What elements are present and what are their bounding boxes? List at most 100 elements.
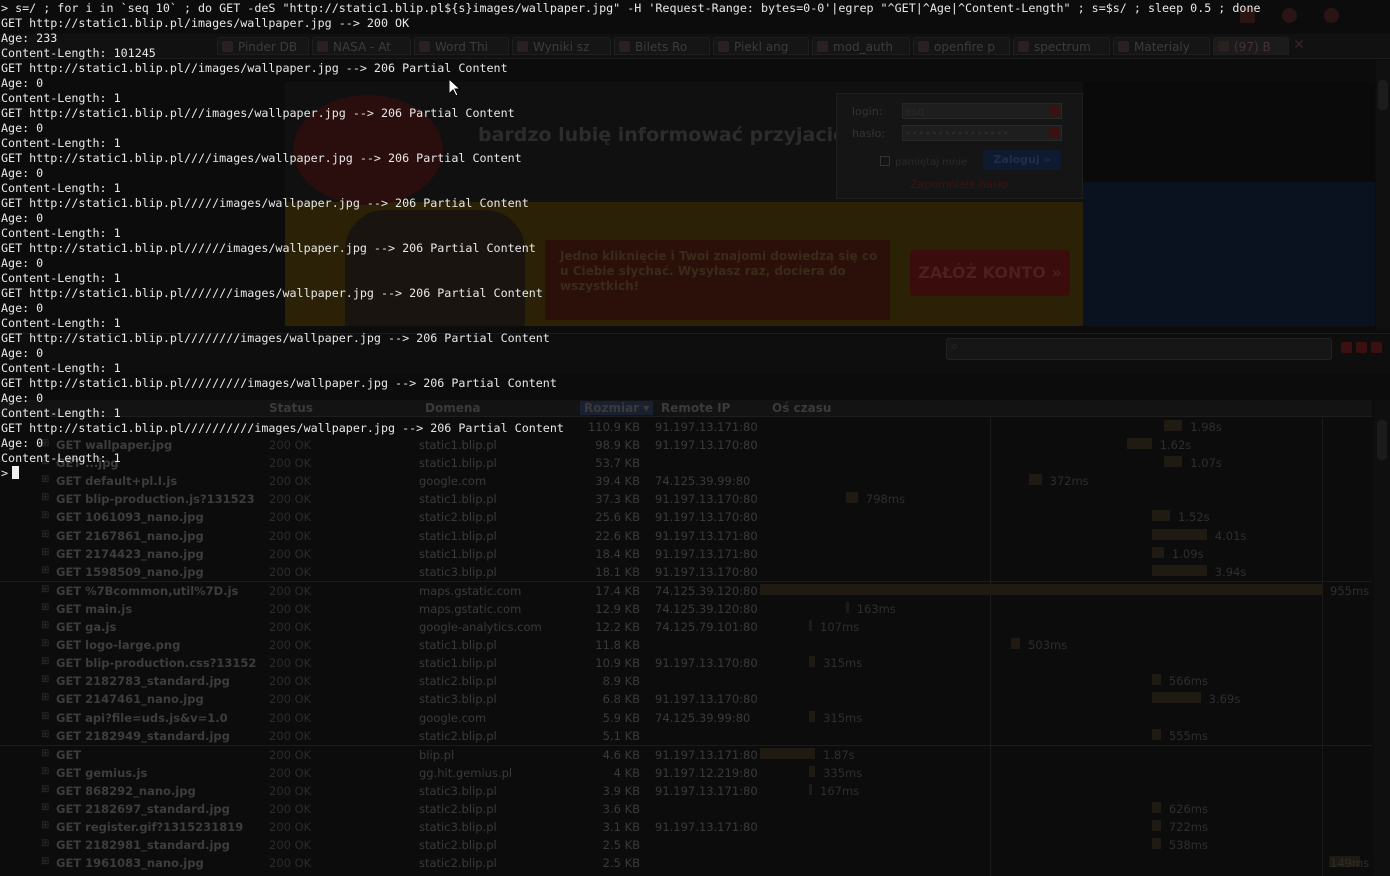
request-name[interactable]: GET ga.js <box>56 620 116 634</box>
request-name[interactable]: GET 868292_nano.jpg <box>56 784 196 798</box>
request-name[interactable]: GET 2182949_standard.jpg <box>56 729 230 743</box>
network-row[interactable]: ⊞ GET gemius.js 200 OK gg.hit.gemius.pl 4 KB… <box>0 764 1372 782</box>
timeline-bar <box>808 710 816 722</box>
terminal-command: > s=/ ; for i in `seq 10` ; do GET -deS … <box>1 1 1261 15</box>
timeline-bar <box>1151 546 1164 558</box>
request-name[interactable]: GET 2182981_standard.jpg <box>56 838 230 852</box>
request-name[interactable]: GET 2167861_nano.jpg <box>56 529 204 543</box>
page-scrollbar-thumb[interactable] <box>1378 80 1388 110</box>
terminal-line: Content-Length: 1 <box>1 316 121 330</box>
network-row[interactable]: ⊞ GET register.gif?1315231819 200 OK static… <box>0 818 1372 836</box>
network-row[interactable]: ⊞ GET %7Bcommon,util%7D.js 200 OK maps.gsta… <box>0 580 1372 600</box>
expand-row-icon[interactable]: ⊞ <box>41 802 49 813</box>
request-name[interactable]: GET logo-large.png <box>56 638 180 652</box>
network-row[interactable]: ⊞ GET 2147461_nano.jpg 200 OK static3.blip.… <box>0 690 1372 708</box>
request-name[interactable]: GET 1061093_nano.jpg <box>56 510 204 524</box>
expand-row-icon[interactable]: ⊞ <box>41 602 49 613</box>
expand-row-icon[interactable]: ⊞ <box>41 729 49 740</box>
request-time: 538ms <box>1168 838 1209 853</box>
expand-row-icon[interactable]: ⊞ <box>41 856 49 867</box>
request-name[interactable]: GET 1961083_nano.jpg <box>56 856 204 870</box>
network-row[interactable]: ⊞ GET 2182697_standard.jpg 200 OK static2.b… <box>0 800 1372 818</box>
expand-row-icon[interactable]: ⊞ <box>41 492 49 503</box>
request-name[interactable]: GET %7Bcommon,util%7D.js <box>56 584 238 598</box>
network-row[interactable]: ⊞ GET blip-production.js?131523 200 OK stat… <box>0 490 1372 508</box>
timeline-bar <box>808 783 812 795</box>
request-status: 200 OK <box>269 783 312 798</box>
request-status: 200 OK <box>269 528 312 543</box>
network-row[interactable]: ⊞ GET main.js 200 OK maps.gstatic.com 12.9 K… <box>0 600 1372 618</box>
request-name[interactable]: GET <box>56 748 81 762</box>
timeline-bar <box>1151 528 1207 540</box>
terminal-prompt-line[interactable]: > <box>1 466 1261 481</box>
request-name[interactable]: GET gemius.js <box>56 766 147 780</box>
request-name[interactable]: GET blip-production.js?131523 <box>56 492 255 506</box>
request-domain: google-analytics.com <box>419 620 542 635</box>
expand-row-icon[interactable]: ⊞ <box>41 784 49 795</box>
network-row[interactable]: ⊞ GET 200 OK blip.pl 4.6 KB 91.197.13.171:80 1… <box>0 744 1372 764</box>
network-row[interactable]: ⊞ GET 868292_nano.jpg 200 OK static3.blip.p… <box>0 782 1372 800</box>
request-status: 200 OK <box>269 510 312 525</box>
timeline-bar <box>1151 674 1161 686</box>
request-status: 200 OK <box>269 856 312 871</box>
expand-row-icon[interactable]: ⊞ <box>41 529 49 540</box>
request-name[interactable]: GET api?file=uds.js&v=1.0 <box>56 711 228 725</box>
request-name[interactable]: GET 2182783_standard.jpg <box>56 674 230 688</box>
terminal-line: GET http://static1.blip.pl///////images/… <box>1 286 543 300</box>
network-row[interactable]: ⊞ GET logo-large.png 200 OK static1.blip.pl… <box>0 636 1372 654</box>
request-ip: 91.197.13.170:80 <box>655 656 758 671</box>
expand-row-icon[interactable]: ⊞ <box>41 620 49 631</box>
request-status: 200 OK <box>269 728 312 743</box>
terminal-line: GET http://static1.blip.pl/////images/wa… <box>1 196 529 210</box>
expand-row-icon[interactable]: ⊞ <box>41 748 49 759</box>
network-row[interactable]: ⊞ GET 2182783_standard.jpg 200 OK static2.b… <box>0 672 1372 690</box>
expand-row-icon[interactable]: ⊞ <box>41 638 49 649</box>
expand-row-icon[interactable]: ⊞ <box>41 547 49 558</box>
expand-row-icon[interactable]: ⊞ <box>41 711 49 722</box>
request-name[interactable]: GET main.js <box>56 602 132 616</box>
network-row[interactable]: ⊞ GET 2182949_standard.jpg 200 OK static2.b… <box>0 727 1372 745</box>
network-row[interactable]: ⊞ GET 2182981_standard.jpg 200 OK static2.b… <box>0 836 1372 854</box>
network-row[interactable]: ⊞ GET 2174423_nano.jpg 200 OK static1.blip.… <box>0 545 1372 563</box>
expand-row-icon[interactable]: ⊞ <box>41 766 49 777</box>
network-row[interactable]: ⊞ GET 2167861_nano.jpg 200 OK static1.blip.… <box>0 527 1372 545</box>
network-row[interactable]: ⊞ GET ga.js 200 OK google-analytics.com 12.2… <box>0 618 1372 636</box>
expand-row-icon[interactable]: ⊞ <box>41 838 49 849</box>
expand-row-icon[interactable]: ⊞ <box>41 656 49 667</box>
request-name[interactable]: GET 2174423_nano.jpg <box>56 547 204 561</box>
network-scrollbar-thumb[interactable] <box>1377 420 1387 460</box>
request-name[interactable]: GET 1598509_nano.jpg <box>56 565 204 579</box>
request-domain: static1.blip.pl <box>419 638 497 653</box>
detach-icon[interactable] <box>1356 342 1367 353</box>
network-row[interactable]: ⊞ GET 1061093_nano.jpg 200 OK static2.blip.… <box>0 508 1372 526</box>
request-domain: static1.blip.pl <box>419 656 497 671</box>
request-name[interactable]: GET 2182697_standard.jpg <box>56 802 230 816</box>
network-scrollbar[interactable] <box>1374 400 1390 876</box>
request-name[interactable]: GET blip-production.css?13152 <box>56 656 256 670</box>
request-status: 200 OK <box>269 620 312 635</box>
request-status: 200 OK <box>269 656 312 671</box>
request-name[interactable]: GET register.gif?1315231819 <box>56 820 243 834</box>
terminal-output[interactable]: > s=/ ; for i in `seq 10` ; do GET -deS … <box>0 0 1261 481</box>
request-domain: static2.blip.pl <box>419 856 497 871</box>
expand-row-icon[interactable]: ⊞ <box>41 692 49 703</box>
request-domain: static2.blip.pl <box>419 510 497 525</box>
expand-row-icon[interactable]: ⊞ <box>41 584 49 595</box>
expand-row-icon[interactable]: ⊞ <box>41 674 49 685</box>
network-row[interactable]: ⊞ GET blip-production.css?13152 200 OK stat… <box>0 654 1372 672</box>
expand-row-icon[interactable]: ⊞ <box>41 510 49 521</box>
request-name[interactable]: GET 2147461_nano.jpg <box>56 692 204 706</box>
request-ip: 74.125.79.101:80 <box>655 620 758 635</box>
close-devtools-icon[interactable] <box>1371 342 1382 353</box>
network-row[interactable]: ⊞ GET 1961083_nano.jpg 200 OK static2.blip.… <box>0 854 1372 872</box>
minimize-icon[interactable] <box>1341 342 1352 353</box>
network-row[interactable]: ⊞ GET api?file=uds.js&v=1.0 200 OK google.c… <box>0 709 1372 727</box>
network-row[interactable]: ⊞ GET 1598509_nano.jpg 200 OK static3.blip.… <box>0 563 1372 581</box>
request-time: 107ms <box>820 620 860 635</box>
expand-row-icon[interactable]: ⊞ <box>41 820 49 831</box>
terminal-line: Age: 0 <box>1 436 44 450</box>
close-tab-icon[interactable]: ✕ <box>1291 37 1307 53</box>
request-domain: static2.blip.pl <box>419 838 497 853</box>
expand-row-icon[interactable]: ⊞ <box>41 565 49 576</box>
terminal-line: Age: 0 <box>1 256 44 270</box>
